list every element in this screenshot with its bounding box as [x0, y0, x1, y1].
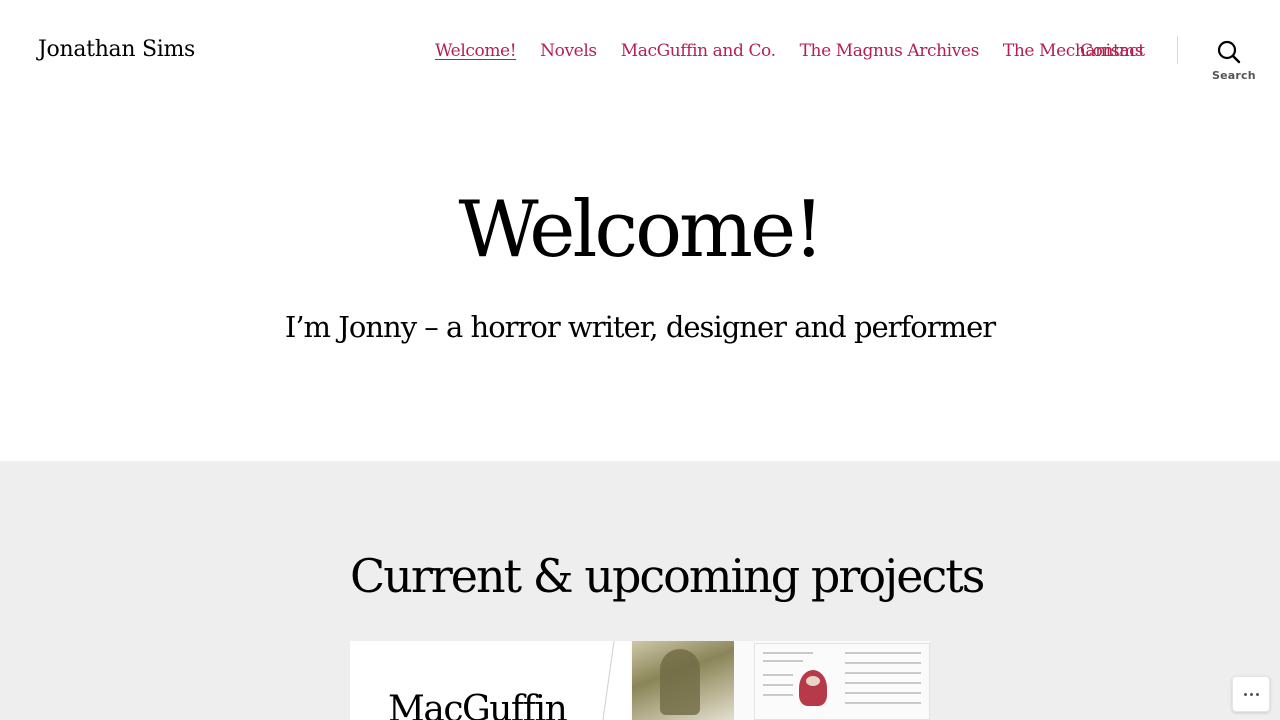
text-line [763, 694, 793, 696]
text-line [763, 674, 793, 676]
projects-heading: Current & upcoming projects [350, 549, 985, 603]
text-line [845, 662, 921, 664]
hero-section: Welcome! I’m Jonny – a horror writer, de… [0, 100, 1280, 461]
side-scroll-rail[interactable] [1263, 20, 1279, 94]
site-header: Jonathan Sims Welcome! Novels MacGuffin … [0, 0, 1280, 100]
projects-section: Current & upcoming projects MacGuffin [0, 461, 1280, 720]
ellipsis-icon [1249, 692, 1253, 696]
more-options-button[interactable] [1232, 676, 1270, 712]
primary-nav: Welcome! Novels MacGuffin and Co. The Ma… [432, 36, 1155, 66]
search-toggle-button[interactable] [1213, 38, 1245, 66]
project-cover-art[interactable] [632, 641, 734, 720]
ellipsis-icon [1243, 692, 1247, 696]
site-title-link[interactable]: Jonathan Sims [36, 36, 197, 64]
ellipsis-icon [1255, 692, 1259, 696]
project-page-preview[interactable] [754, 643, 930, 720]
text-line [763, 684, 793, 686]
text-line [763, 660, 803, 662]
text-line [845, 702, 921, 704]
text-line [845, 672, 921, 674]
nav-item-contact[interactable]: Contact [1076, 40, 1149, 62]
nav-item-welcome[interactable]: Welcome! [432, 36, 528, 66]
nav-item-novels[interactable]: Novels [528, 36, 609, 66]
cartoon-illustration [799, 670, 827, 706]
nav-item-magnus-archives[interactable]: The Magnus Archives [788, 36, 991, 66]
text-line [845, 692, 921, 694]
macguffin-cover[interactable]: MacGuffin [350, 641, 630, 720]
macguffin-cover-title[interactable]: MacGuffin [388, 691, 568, 720]
header-divider [1177, 36, 1178, 64]
page-title: Welcome! [458, 185, 824, 275]
cover-divider [602, 641, 615, 720]
project-covers: MacGuffin [350, 641, 930, 720]
search-icon [1217, 40, 1241, 64]
search-label[interactable]: Search [1212, 69, 1256, 82]
nav-item-macguffin[interactable]: MacGuffin and Co. [609, 36, 788, 66]
text-line [763, 652, 813, 654]
text-line [845, 652, 921, 654]
text-line [845, 682, 921, 684]
hero-tagline: I’m Jonny – a horror writer, designer an… [284, 310, 996, 344]
cover-illustration [660, 649, 700, 715]
